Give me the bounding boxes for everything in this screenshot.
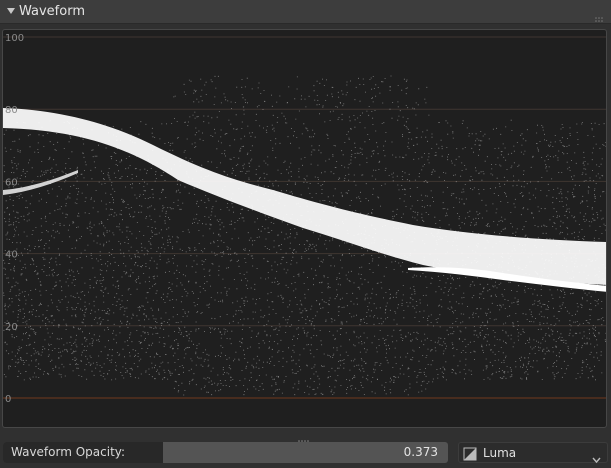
scope-mode-dropdown[interactable]: Luma: [458, 442, 608, 464]
drag-handle-icon[interactable]: [595, 8, 605, 22]
scale-label-40: 40: [5, 250, 18, 261]
resize-grip-icon[interactable]: [298, 431, 310, 445]
scale-label-60: 60: [5, 177, 18, 188]
waveform-panel-header[interactable]: Waveform: [0, 0, 611, 24]
scope-scale-labels: 100 80 60 40 20 0: [5, 33, 24, 405]
collapse-triangle-icon[interactable]: [3, 8, 19, 15]
opacity-label: Waveform Opacity:: [11, 445, 126, 459]
panel-title: Waveform: [19, 4, 85, 19]
opacity-value: 0.373: [403, 445, 438, 459]
luma-trace: [3, 108, 606, 292]
color-mode-icon: [463, 446, 477, 461]
scale-label-20: 20: [5, 322, 18, 333]
luma-band: [3, 108, 606, 285]
scale-label-0: 0: [5, 394, 11, 405]
scale-label-100: 100: [5, 33, 24, 44]
waveform-display: 100 80 60 40 20 0: [3, 33, 606, 405]
scale-label-80: 80: [5, 105, 18, 116]
mode-label: Luma: [483, 446, 517, 460]
chevron-down-icon: [592, 449, 601, 464]
waveform-opacity-slider[interactable]: Waveform Opacity: 0.373: [3, 442, 448, 463]
waveform-scope[interactable]: 100 80 60 40 20 0: [2, 29, 607, 428]
